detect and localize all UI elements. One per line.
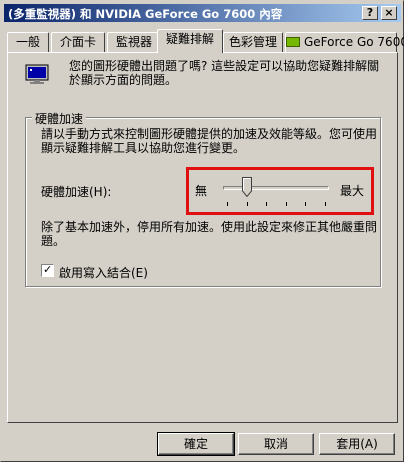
tab-adapter[interactable]: 介面卡 xyxy=(51,32,105,52)
window-title: (多重監視器) 和 NVIDIA GeForce Go 7600 內容 xyxy=(8,7,283,21)
help-button[interactable]: ? xyxy=(362,6,378,20)
tab-geforce[interactable]: GeForce Go 7600 xyxy=(285,32,404,52)
tab-monitor[interactable]: 監視器 xyxy=(107,32,161,52)
cancel-button[interactable]: 取消 xyxy=(238,433,314,455)
ok-button[interactable]: 確定 xyxy=(157,432,235,456)
close-button[interactable]: × xyxy=(381,6,397,20)
tab-panel xyxy=(7,52,398,423)
tab-color-management[interactable]: 色彩管理 xyxy=(223,32,283,52)
tab-label: 色彩管理 xyxy=(228,35,277,49)
tab-label: 監視器 xyxy=(115,35,152,49)
group-title: 硬體加速 xyxy=(32,110,87,127)
title-bar[interactable]: (多重監視器) 和 NVIDIA GeForce Go 7600 內容 ? × xyxy=(4,4,401,22)
nvidia-icon xyxy=(286,37,300,47)
tab-label: GeForce Go 7600 xyxy=(304,35,404,49)
tab-general[interactable]: 一般 xyxy=(7,32,49,52)
properties-window: (多重監視器) 和 NVIDIA GeForce Go 7600 內容 ? × … xyxy=(0,0,404,462)
tab-label: 介面卡 xyxy=(59,35,96,49)
tab-troubleshoot[interactable]: 疑難排解 xyxy=(157,29,223,53)
tab-label: 一般 xyxy=(15,35,40,49)
tab-label: 疑難排解 xyxy=(165,32,214,46)
apply-button[interactable]: 套用(A) xyxy=(319,433,395,455)
